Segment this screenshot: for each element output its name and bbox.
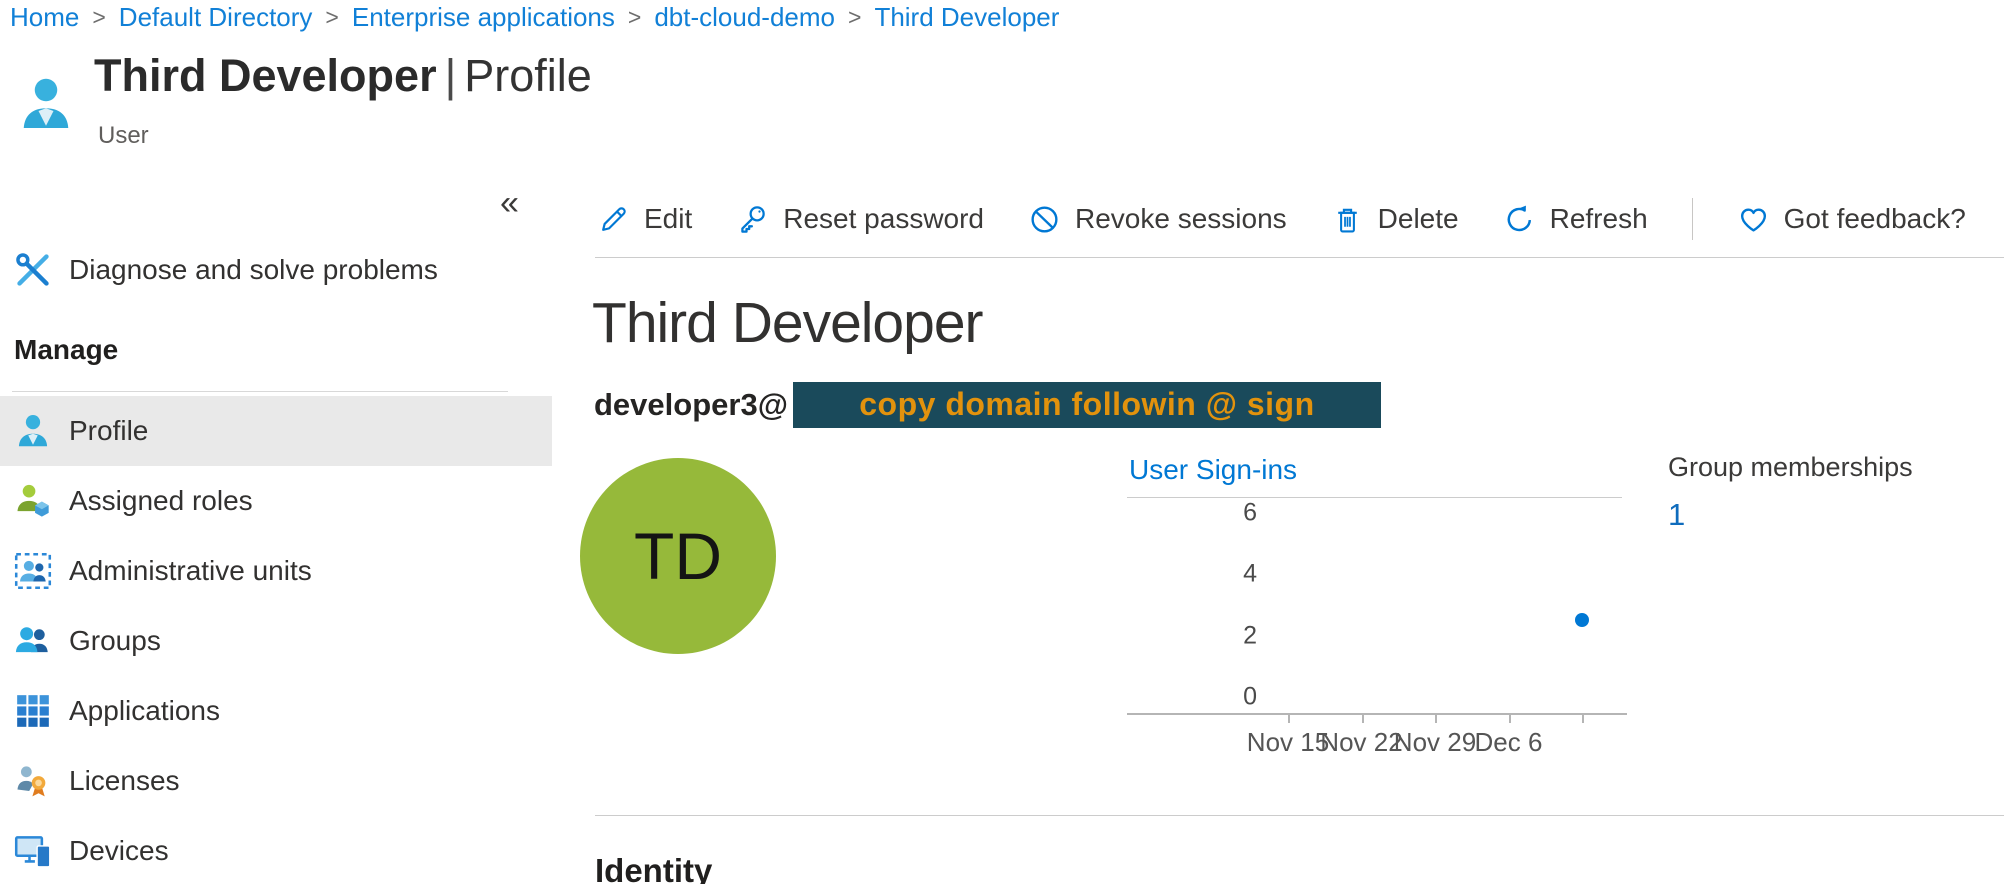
command-label: Got feedback? (1784, 203, 1966, 235)
sidebar-item-label: Applications (69, 695, 220, 727)
page-title: Third Developer|Profile (94, 50, 592, 102)
x-axis-tick (1435, 713, 1437, 723)
breadcrumb-separator: > (628, 4, 641, 31)
devices-icon (14, 832, 52, 870)
command-bar-divider (595, 257, 2004, 258)
breadcrumb: Home > Default Directory > Enterprise applic… (10, 2, 1059, 33)
signins-chart: User Sign-ins 0246Nov 15Nov 22Nov 29Dec … (1127, 452, 1672, 787)
pencil-icon (597, 203, 630, 236)
sidebar-item-applications[interactable]: Applications (0, 676, 552, 746)
upn-prefix: developer3@ (594, 387, 788, 423)
sidebar-item-label: Administrative units (69, 555, 312, 587)
identity-section-divider (595, 815, 2004, 816)
breadcrumb-separator: > (325, 4, 338, 31)
data-point (1575, 613, 1589, 627)
breadcrumb-link-third-developer[interactable]: Third Developer (874, 2, 1059, 33)
breadcrumb-link-dbt-cloud-demo[interactable]: dbt-cloud-demo (654, 2, 835, 33)
y-axis-label: 2 (1209, 621, 1257, 650)
y-axis-label: 0 (1209, 683, 1257, 712)
key-icon (736, 203, 769, 236)
x-axis-tick (1582, 713, 1584, 723)
command-bar-separator (1692, 198, 1693, 240)
azure-portal-user-profile-page: Home > Default Directory > Enterprise applic… (0, 0, 2004, 884)
group-memberships-value[interactable]: 1 (1668, 497, 1913, 533)
user-principal-name: developer3@ copy domain followin @ sign (594, 381, 1381, 428)
x-axis-tick (1288, 713, 1290, 723)
refresh-icon (1503, 203, 1536, 236)
sidebar-item-label: Devices (69, 835, 169, 867)
breadcrumb-link-default-directory[interactable]: Default Directory (119, 2, 313, 33)
x-axis-label: Dec 6 (1454, 727, 1564, 758)
group-memberships-label: Group memberships (1668, 452, 1913, 483)
sidebar-item-assigned-roles[interactable]: Assigned roles (0, 466, 552, 536)
command-bar: Edit Reset password Revoke sessions Delete R… (597, 192, 1966, 246)
sidebar-item-label: Diagnose and solve problems (69, 254, 438, 286)
diagnose-icon (14, 251, 52, 289)
block-icon (1028, 203, 1061, 236)
sidebar-section-manage: Manage (14, 334, 118, 366)
sidebar-item-profile[interactable]: Profile (0, 396, 552, 466)
command-label: Delete (1378, 203, 1459, 235)
group-memberships-card: Group memberships 1 (1668, 452, 1913, 533)
sidebar-item-label: Groups (69, 625, 161, 657)
breadcrumb-link-enterprise-applications[interactable]: Enterprise applications (352, 2, 615, 33)
breadcrumb-separator: > (848, 4, 861, 31)
trash-icon (1331, 203, 1364, 236)
breadcrumb-link-home[interactable]: Home (10, 2, 79, 33)
sidebar-item-label: Profile (69, 415, 148, 447)
redaction-overlay: copy domain followin @ sign (793, 382, 1381, 428)
y-axis-label: 6 (1209, 498, 1257, 527)
sidebar: « Diagnose and solve problems Manage Pro… (0, 150, 556, 884)
edit-button[interactable]: Edit (597, 203, 692, 236)
page-title-name: Third Developer (94, 50, 437, 101)
delete-button[interactable]: Delete (1331, 203, 1459, 236)
identity-section-title: Identity (595, 852, 712, 884)
command-label: Refresh (1550, 203, 1648, 235)
sidebar-item-licenses[interactable]: Licenses (0, 746, 552, 816)
command-label: Reset password (783, 203, 984, 235)
sidebar-collapse-button[interactable]: « (500, 184, 519, 223)
avatar: TD (580, 458, 776, 654)
command-label: Revoke sessions (1075, 203, 1287, 235)
breadcrumb-separator: > (92, 4, 105, 31)
revoke-sessions-button[interactable]: Revoke sessions (1028, 203, 1287, 236)
command-label: Edit (644, 203, 692, 235)
page-title-divider: | (437, 50, 465, 101)
sidebar-item-devices[interactable]: Devices (0, 816, 552, 884)
role-icon (14, 482, 52, 520)
heart-icon (1737, 203, 1770, 236)
got-feedback-button[interactable]: Got feedback? (1737, 203, 1966, 236)
grid-icon (14, 692, 52, 730)
x-axis-tick (1509, 713, 1511, 723)
sidebar-item-groups[interactable]: Groups (0, 606, 552, 676)
sidebar-section-divider (12, 391, 508, 392)
y-axis-label: 4 (1209, 560, 1257, 589)
user-icon (16, 74, 76, 140)
x-axis-line (1127, 713, 1627, 715)
signins-chart-title-rule (1127, 497, 1622, 498)
license-icon (14, 762, 52, 800)
reset-password-button[interactable]: Reset password (736, 203, 984, 236)
sidebar-item-label: Licenses (69, 765, 180, 797)
admin-units-icon (14, 552, 52, 590)
user-display-name: Third Developer (592, 290, 983, 356)
sidebar-item-diagnose[interactable]: Diagnose and solve problems (0, 246, 552, 294)
x-axis-tick (1362, 713, 1364, 723)
page-title-section: Profile (464, 50, 592, 101)
refresh-button[interactable]: Refresh (1503, 203, 1648, 236)
groups-icon (14, 622, 52, 660)
signins-chart-title[interactable]: User Sign-ins (1129, 454, 1297, 486)
page-subtitle: User (98, 122, 149, 150)
user-icon (14, 412, 52, 450)
sidebar-item-label: Assigned roles (69, 485, 253, 517)
sidebar-item-administrative-units[interactable]: Administrative units (0, 536, 552, 606)
